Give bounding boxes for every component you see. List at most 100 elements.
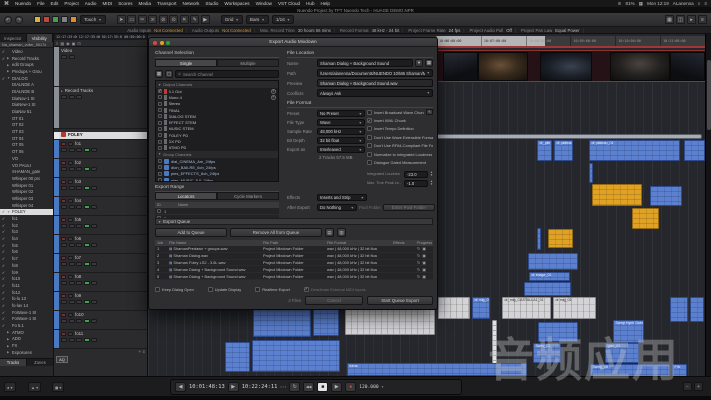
record-enable-button[interactable] [61,281,67,286]
visibility-list-item[interactable]: ✓ ▶ Record Tracks [0,55,53,62]
mute-button[interactable] [61,294,66,298]
tab-single[interactable]: Single [155,59,217,67]
after-export-dropdown[interactable]: Do Nothing▼ [317,204,357,212]
track-zoom-control[interactable]: + ≡ [138,349,145,354]
visibility-list-item[interactable]: ✓ fo7 [0,255,53,262]
tool-button[interactable]: ⊙ [169,15,178,24]
solo-button[interactable] [68,218,73,222]
format-dropdown[interactable]: No Preset▼ [317,110,365,118]
solo-button[interactable] [69,95,75,100]
video-thumbnail[interactable] [540,52,592,81]
visibility-list-item[interactable]: ▶ ADD [0,336,53,343]
visibility-list-item[interactable]: SHAMAN_gate [0,168,53,175]
visibility-list-item[interactable]: ▶ FX [0,342,53,349]
window-layout-button[interactable]: ▦ [665,15,674,24]
read-automation-button[interactable] [76,243,82,248]
audio-clip[interactable] [528,253,578,270]
quantize-dropdown[interactable]: 1/16 ▼ [272,15,294,24]
option-checkbox[interactable] [155,287,160,292]
visibility-check[interactable]: ✓ [1,283,6,288]
grid-dropdown[interactable]: Grid ▼ [221,15,243,24]
visibility-list-item[interactable]: VO PAULI [0,162,53,169]
visibility-list-item[interactable]: ✓ FoWave-1 St [0,316,53,323]
record-enable-button[interactable] [61,224,67,229]
visibility-list-item[interactable]: OT 02 [0,122,53,129]
visibility-list-item[interactable]: ✓ fo3 [0,229,53,236]
enter-pool-folder-button[interactable]: Enter Pool Folder [383,204,435,212]
transport-mini-icons[interactable]: ▪ ▪ ▪ [280,385,286,389]
visibility-check[interactable]: ✓ [1,56,6,61]
menubar-item[interactable]: File [37,1,44,6]
read-automation-button[interactable] [76,281,82,286]
format-dropdown[interactable]: Wave▼ [317,119,365,127]
format-dropdown[interactable]: 48,000 kHz▼ [317,128,365,136]
visibility-list-item[interactable]: ✓ fo10 [0,275,53,282]
solo-button[interactable] [68,275,73,279]
audio-clip[interactable] [589,163,593,183]
visibility-check[interactable]: ✓ [1,216,6,221]
audio-clip[interactable] [592,184,642,206]
audio-track-header[interactable]: fo6 [54,235,147,254]
audio-track-header[interactable]: fo9 [54,292,147,311]
mute-button[interactable] [61,256,66,260]
tool-button[interactable]: ✎ [190,15,199,24]
channel-checkbox[interactable]: ✓ [158,89,162,93]
track-list-toolbar-icon[interactable]: ⊡ [77,41,80,46]
write-automation-button[interactable] [84,205,90,210]
menubar-item[interactable]: VST Cloud [278,1,300,6]
visibility-check[interactable]: ✓ [1,270,6,275]
monitor-button[interactable] [69,319,75,324]
audio-clip[interactable]: dr plateau_01 [554,140,573,161]
audio-clip[interactable]: FIN [672,364,687,376]
write-automation-button[interactable] [84,338,90,343]
expand-arrow-icon[interactable]: ▶ [7,56,11,60]
menubar-status-item[interactable]: 81% [626,1,635,7]
queue-footer-option[interactable]: Update Display [208,285,241,293]
rewind-button[interactable]: ◀◀ [303,382,314,392]
record-enable-button[interactable] [61,338,67,343]
solo-button[interactable] [68,199,73,203]
tool-button[interactable]: ▶ [201,15,210,24]
tab-inspector[interactable]: Inspector [0,34,27,42]
mute-button[interactable] [61,313,66,317]
stepper-arrows[interactable]: ▲▼ [430,180,433,186]
format-option[interactable]: Don't Use RF64-Compliant File Format [367,142,433,150]
video-thumbnail[interactable] [610,52,670,81]
menubar-status-item[interactable]: ≡ [704,1,707,7]
group-channel-row[interactable]: pies_MUSIC_5.0_24fps [156,177,278,182]
expand-arrow-icon[interactable]: ▶ [7,337,11,341]
visibility-list-item[interactable]: ✓ fo8 [0,262,53,269]
menubar-status-item[interactable]: ⌕ [698,1,701,7]
visibility-check[interactable]: ✓ [1,243,6,248]
window-layout-button[interactable]: ≡ [698,15,707,24]
audio-clip[interactable]: dr plateau_01 [589,140,680,161]
visibility-list-item[interactable]: ✓ fo6 [0,249,53,256]
minimize-icon[interactable] [160,41,164,45]
peak-value[interactable]: -1.0 [404,180,428,187]
record-enable-button[interactable] [61,300,67,305]
write-automation-button[interactable] [84,148,90,153]
record-enable-button[interactable] [61,167,67,172]
name-history-button[interactable]: ▾ [415,59,423,67]
option-checkbox[interactable] [208,287,213,292]
format-option[interactable]: ✓ Insert iXML Chunk [367,116,433,124]
menubar-status-item[interactable]: Mon 12:19 [647,1,669,7]
monitor-button[interactable] [69,186,75,191]
add-to-queue-button[interactable]: Add to Queue [155,228,227,237]
visibility-list-item[interactable]: ✓ fo11 [0,282,53,289]
visibility-check[interactable]: ✓ [1,263,6,268]
audio-track-header[interactable]: fo11 [54,330,147,349]
outputs-group-header[interactable]: ▼ Output Channels [156,81,278,88]
audio-track-header[interactable]: fo10 [54,311,147,330]
visibility-list-item[interactable]: ✓ FoWave-1 St [0,309,53,316]
visibility-list-item[interactable]: ▶ edit Groups [0,61,53,68]
menubar-item[interactable]: Media [139,1,152,6]
visibility-list-item[interactable]: DiaNav-1 St [0,95,53,102]
tab-multiple[interactable]: Multiple [217,59,279,67]
track-list-toolbar-icon[interactable]: ▣ [72,41,76,46]
visibility-list-item[interactable]: ✓ fo5 [0,242,53,249]
delete-icon[interactable]: ▣ [422,246,426,251]
collapse-arrow-icon[interactable]: ▼ [158,220,161,224]
collapse-arrow-icon[interactable]: ▼ [158,83,161,87]
audio-clip[interactable]: dr mlg_01 [472,297,490,319]
